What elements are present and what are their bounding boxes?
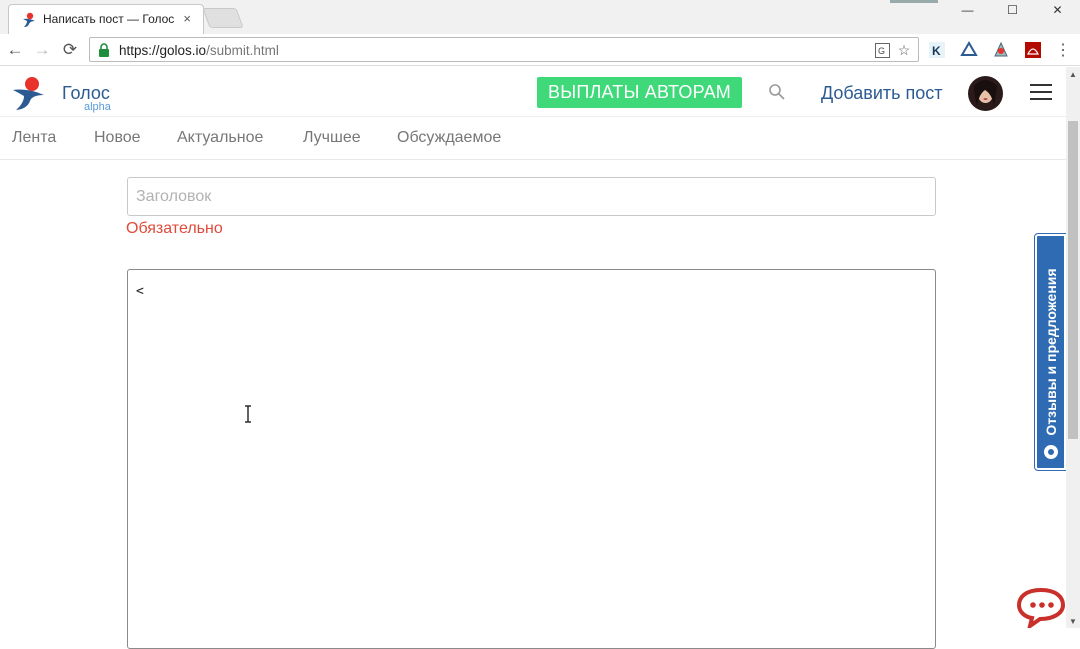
feedback-label: Отзывы и предложения <box>1042 268 1059 436</box>
nav-item-trending[interactable]: Актуальное <box>177 129 263 147</box>
browser-tab[interactable]: Написать пост — Голос × <box>8 4 204 34</box>
bookmark-star-icon[interactable]: ☆ <box>896 42 912 58</box>
browser-tab-strip: Написать пост — Голос × — ☐ ✕ <box>0 0 1080 34</box>
extension-k-icon[interactable]: K <box>928 41 946 59</box>
back-icon[interactable]: ← <box>5 40 25 60</box>
minimize-button[interactable]: — <box>945 0 990 20</box>
window-controls: — ☐ ✕ <box>945 0 1080 20</box>
site-header: Голос alpha ВЫПЛАТЫ АВТОРАМ Добавить пос… <box>0 67 1066 117</box>
feed-navigation: Лента Новое Актуальное Лучшее Обсуждаемо… <box>0 117 1066 160</box>
tab-title: Написать пост — Голос <box>43 12 175 26</box>
svg-text:G: G <box>878 46 885 56</box>
search-icon[interactable] <box>768 83 786 101</box>
browser-menu-icon[interactable]: ⋮ <box>1054 41 1072 59</box>
extension-golos-icon[interactable] <box>992 41 1010 59</box>
golos-logo-icon[interactable] <box>10 75 48 111</box>
payout-authors-button[interactable]: ВЫПЛАТЫ АВТОРАМ <box>537 77 742 108</box>
browser-toolbar: ← → ⟳ https://golos.io/submit.html G ☆ K… <box>0 34 1080 66</box>
lock-icon <box>99 43 109 57</box>
extension-vpn-icon[interactable] <box>960 41 978 59</box>
nav-item-best[interactable]: Лучшее <box>303 129 361 147</box>
feedback-tab[interactable]: Отзывы и предложения <box>1035 234 1066 470</box>
chat-widget-icon[interactable] <box>1016 586 1066 628</box>
new-tab-button[interactable] <box>202 8 244 28</box>
reload-icon[interactable]: ⟳ <box>60 40 80 60</box>
nav-item-feed[interactable]: Лента <box>12 129 56 147</box>
page-scrollbar[interactable]: ▲ ▼ <box>1066 67 1080 628</box>
maximize-button[interactable]: ☐ <box>990 0 1035 20</box>
nav-item-discussed[interactable]: Обсуждаемое <box>397 129 501 147</box>
hamburger-menu-icon[interactable] <box>1030 84 1052 102</box>
post-body-editor[interactable] <box>127 269 936 649</box>
text-cursor-icon <box>245 405 251 423</box>
svg-text:K: K <box>932 44 941 58</box>
required-error-message: Обязательно <box>126 220 223 237</box>
address-bar[interactable]: https://golos.io/submit.html G ☆ <box>89 37 919 62</box>
scroll-down-icon[interactable]: ▼ <box>1066 614 1080 628</box>
golos-favicon-icon <box>23 12 35 27</box>
forward-icon[interactable]: → <box>32 40 52 60</box>
translate-icon[interactable]: G <box>874 42 890 58</box>
add-post-link[interactable]: Добавить пост <box>821 83 943 104</box>
nav-item-new[interactable]: Новое <box>94 129 141 147</box>
post-title-input[interactable] <box>127 177 936 216</box>
tab-close-icon[interactable]: × <box>183 11 191 26</box>
window-indicator <box>890 0 938 3</box>
scroll-thumb[interactable] <box>1068 121 1078 439</box>
brand-subtitle: alpha <box>84 101 111 113</box>
avatar[interactable] <box>968 76 1003 111</box>
close-window-button[interactable]: ✕ <box>1035 0 1080 20</box>
url-text: https://golos.io/submit.html <box>119 43 279 58</box>
scroll-up-icon[interactable]: ▲ <box>1066 67 1080 81</box>
extension-pdf-icon[interactable] <box>1024 41 1042 59</box>
feedback-bubble-icon <box>1044 445 1058 459</box>
